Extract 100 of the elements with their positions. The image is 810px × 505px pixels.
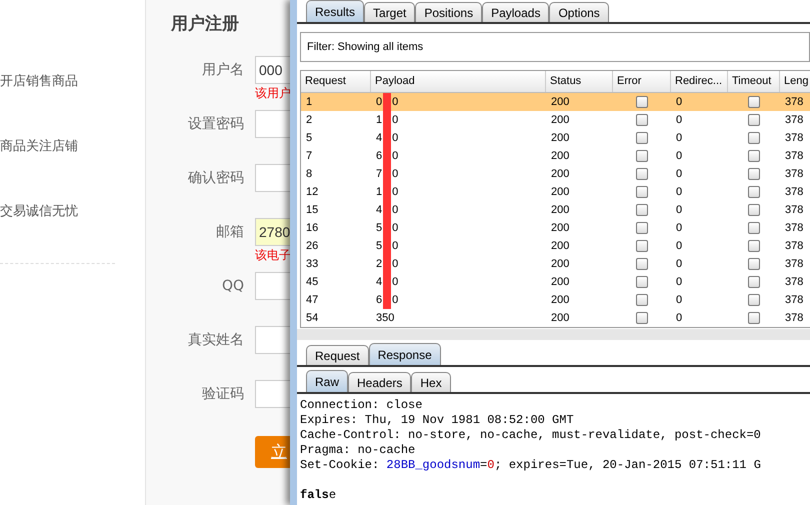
checkbox[interactable] — [636, 258, 648, 270]
checkbox[interactable] — [636, 168, 648, 180]
checkbox[interactable] — [748, 240, 760, 252]
input-field[interactable] — [255, 380, 290, 408]
checkbox[interactable] — [636, 114, 648, 126]
table-cell-text: 378 — [784, 312, 804, 324]
response-line: Expires: Thu, 19 Nov 1981 08:52:00 GMT — [300, 413, 574, 427]
checkbox[interactable] — [636, 240, 648, 252]
table-cell: 0 — [376, 96, 382, 108]
input-field[interactable] — [255, 164, 290, 192]
checkbox[interactable] — [748, 258, 760, 270]
checkbox[interactable] — [748, 132, 760, 144]
column-header[interactable]: Request — [301, 71, 371, 92]
column-header[interactable]: Leng — [780, 71, 810, 92]
column-header[interactable]: Error — [613, 71, 671, 92]
input-field[interactable] — [255, 110, 290, 138]
checkbox[interactable] — [748, 168, 760, 180]
table-cell: 1 — [376, 114, 382, 126]
tab[interactable]: Options — [549, 2, 609, 22]
input-field[interactable]: 2780 — [255, 218, 290, 246]
table-cell-text: 378 — [784, 222, 804, 234]
table-cell-text: 0 — [675, 114, 684, 126]
checkbox[interactable] — [636, 150, 648, 162]
tab[interactable]: Hex — [411, 372, 451, 392]
table-cell-text: 15 — [305, 204, 320, 216]
tab[interactable]: Raw — [306, 370, 348, 392]
table-cell-text: 0 — [675, 240, 684, 252]
table-cell: 0 — [392, 276, 398, 288]
table-cell-text: 0 — [675, 312, 684, 324]
tab[interactable]: Positions — [415, 2, 482, 22]
table-cell: 0 — [392, 258, 398, 270]
column-header[interactable]: Redirec... — [671, 71, 728, 92]
filter-bar[interactable]: Filter: Showing all items — [300, 32, 810, 62]
tab[interactable]: Response — [368, 343, 441, 365]
response-line: Cache-Control: no-store, no-cache, must-revalidate, post-check=0 — [300, 428, 761, 442]
checkbox[interactable] — [748, 114, 760, 126]
table-cell-text: 200 — [550, 204, 570, 216]
table-cell-text: 0 — [675, 132, 684, 144]
table-cell-text: 0 — [675, 186, 684, 198]
table-cell: 4 — [376, 132, 382, 144]
table-cell-text: 378 — [784, 258, 804, 270]
checkbox[interactable] — [636, 222, 648, 234]
table-cell-text: 54 — [305, 312, 320, 324]
field-label: 真实姓名 — [187, 331, 244, 349]
table-cell: 6 — [376, 294, 382, 306]
checkbox[interactable] — [636, 96, 648, 108]
table-cell-text: 200 — [550, 294, 570, 306]
table-cell-text: 0 — [675, 204, 684, 216]
checkbox[interactable] — [748, 276, 760, 288]
input-field[interactable] — [255, 326, 290, 354]
table-cell-text: 200 — [550, 276, 570, 288]
table-cell-text: 8 — [305, 168, 314, 180]
tab[interactable]: Headers — [348, 372, 412, 392]
field-label: QQ — [220, 278, 244, 294]
table-cell: 5 — [376, 222, 382, 234]
feature-text: 商品关注店铺 — [0, 138, 79, 156]
result-row[interactable]: 1 0 0 200 0 378 — [301, 93, 810, 111]
column-header[interactable]: Status — [546, 71, 613, 92]
checkbox[interactable] — [636, 312, 648, 324]
field-label: 验证码 — [201, 385, 244, 403]
checkbox[interactable] — [748, 96, 760, 108]
response-line: Set-Cookie: 28BB_goodsnum=0; expires=Tue, 20-Jan-2015 07:51:11 G — [300, 458, 761, 472]
input-field[interactable] — [255, 272, 290, 300]
table-cell-text: 33 — [305, 258, 320, 270]
checkbox[interactable] — [636, 132, 648, 144]
field-label: 邮箱 — [215, 223, 244, 241]
checkbox[interactable] — [748, 204, 760, 216]
tab[interactable]: Target — [364, 2, 416, 22]
table-cell-text: 200 — [550, 168, 570, 180]
table-cell: 0 — [392, 132, 398, 144]
checkbox[interactable] — [636, 186, 648, 198]
table-cell-text: 26 — [305, 240, 320, 252]
table-cell-text: 0 — [675, 294, 684, 306]
table-cell: 0 — [392, 204, 398, 216]
checkbox[interactable] — [748, 186, 760, 198]
checkbox[interactable] — [748, 150, 760, 162]
tab[interactable]: Request — [306, 345, 369, 365]
input-field[interactable]: 000 — [255, 56, 290, 84]
tab[interactable]: Payloads — [482, 2, 550, 22]
checkbox[interactable] — [636, 276, 648, 288]
table-cell: 0 — [392, 150, 398, 162]
column-header[interactable]: Timeout — [728, 71, 780, 92]
table-cell: 0 — [392, 294, 398, 306]
table-cell: 4 — [376, 204, 382, 216]
checkbox[interactable] — [636, 294, 648, 306]
table-cell-text: 1 — [305, 96, 314, 108]
checkbox[interactable] — [748, 312, 760, 324]
table-cell-text: 0 — [675, 276, 684, 288]
table-cell-text: 200 — [550, 240, 570, 252]
column-header[interactable]: Payload — [371, 71, 546, 92]
table-cell-text: 7 — [305, 150, 314, 162]
error-text: 该电子 — [255, 247, 290, 264]
table-cell-text: 378 — [784, 294, 804, 306]
table-cell-text: 47 — [305, 294, 320, 306]
table-cell-text: 378 — [784, 96, 804, 108]
checkbox[interactable] — [636, 204, 648, 216]
checkbox[interactable] — [748, 294, 760, 306]
checkbox[interactable] — [748, 222, 760, 234]
table-cell-text: 0 — [675, 222, 684, 234]
tab[interactable]: Results — [306, 0, 364, 22]
